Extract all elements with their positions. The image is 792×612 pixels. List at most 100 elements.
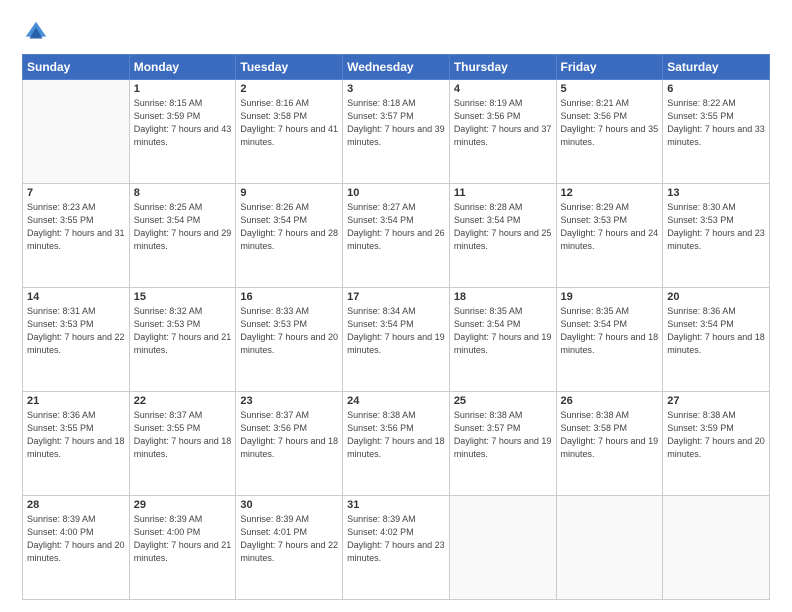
day-number: 10 (347, 187, 445, 199)
day-number: 17 (347, 291, 445, 303)
day-number: 15 (134, 291, 232, 303)
day-number: 2 (240, 83, 338, 95)
day-info: Sunrise: 8:19 AM Sunset: 3:56 PM Dayligh… (454, 97, 552, 149)
day-info: Sunrise: 8:37 AM Sunset: 3:56 PM Dayligh… (240, 409, 338, 461)
header (22, 18, 770, 46)
day-cell: 11 Sunrise: 8:28 AM Sunset: 3:54 PM Dayli… (449, 184, 556, 288)
day-cell: 1Sunrise: 8:15 AM Sunset: 3:59 PM Daylig… (129, 80, 236, 184)
day-info: Sunrise: 8:21 AM Sunset: 3:56 PM Dayligh… (561, 97, 659, 149)
day-info: Sunrise: 8:35 AM Sunset: 3:54 PM Dayligh… (561, 305, 659, 357)
page: SundayMondayTuesdayWednesdayThursdayFrid… (0, 0, 792, 612)
week-row-2: 14 Sunrise: 8:31 AM Sunset: 3:53 PM Dayli… (23, 288, 770, 392)
day-number: 28 (27, 499, 125, 511)
day-cell: 13 Sunrise: 8:30 AM Sunset: 3:53 PM Dayli… (663, 184, 770, 288)
day-number: 29 (134, 499, 232, 511)
day-cell: 24Sunrise: 8:38 AM Sunset: 3:56 PM Dayli… (343, 392, 450, 496)
day-info: Sunrise: 8:39 AM Sunset: 4:00 PM Dayligh… (134, 513, 232, 565)
day-cell: 9 Sunrise: 8:26 AM Sunset: 3:54 PM Daylig… (236, 184, 343, 288)
day-cell: 8 Sunrise: 8:25 AM Sunset: 3:54 PM Daylig… (129, 184, 236, 288)
day-info: Sunrise: 8:28 AM Sunset: 3:54 PM Dayligh… (454, 201, 552, 253)
day-info: Sunrise: 8:27 AM Sunset: 3:54 PM Dayligh… (347, 201, 445, 253)
day-info: Sunrise: 8:29 AM Sunset: 3:53 PM Dayligh… (561, 201, 659, 253)
day-number: 7 (27, 187, 125, 199)
day-info: Sunrise: 8:36 AM Sunset: 3:54 PM Dayligh… (667, 305, 765, 357)
day-number: 14 (27, 291, 125, 303)
day-number: 3 (347, 83, 445, 95)
day-cell: 15 Sunrise: 8:32 AM Sunset: 3:53 PM Dayli… (129, 288, 236, 392)
day-info: Sunrise: 8:18 AM Sunset: 3:57 PM Dayligh… (347, 97, 445, 149)
day-info: Sunrise: 8:39 AM Sunset: 4:00 PM Dayligh… (27, 513, 125, 565)
day-cell: 3 Sunrise: 8:18 AM Sunset: 3:57 PM Daylig… (343, 80, 450, 184)
day-number: 23 (240, 395, 338, 407)
weekday-header-saturday: Saturday (663, 55, 770, 80)
weekday-header-monday: Monday (129, 55, 236, 80)
logo-icon (22, 18, 50, 46)
day-cell: 10 Sunrise: 8:27 AM Sunset: 3:54 PM Dayli… (343, 184, 450, 288)
logo (22, 18, 54, 46)
day-cell: 20 Sunrise: 8:36 AM Sunset: 3:54 PM Dayli… (663, 288, 770, 392)
day-number: 16 (240, 291, 338, 303)
day-cell: 21Sunrise: 8:36 AM Sunset: 3:55 PM Dayli… (23, 392, 130, 496)
day-info: Sunrise: 8:31 AM Sunset: 3:53 PM Dayligh… (27, 305, 125, 357)
day-cell: 14 Sunrise: 8:31 AM Sunset: 3:53 PM Dayli… (23, 288, 130, 392)
day-cell: 12 Sunrise: 8:29 AM Sunset: 3:53 PM Dayli… (556, 184, 663, 288)
day-number: 5 (561, 83, 659, 95)
weekday-header-friday: Friday (556, 55, 663, 80)
day-cell: 27Sunrise: 8:38 AM Sunset: 3:59 PM Dayli… (663, 392, 770, 496)
day-number: 18 (454, 291, 552, 303)
day-info: Sunrise: 8:37 AM Sunset: 3:55 PM Dayligh… (134, 409, 232, 461)
day-cell (556, 496, 663, 600)
weekday-header-wednesday: Wednesday (343, 55, 450, 80)
day-info: Sunrise: 8:23 AM Sunset: 3:55 PM Dayligh… (27, 201, 125, 253)
day-cell: 29 Sunrise: 8:39 AM Sunset: 4:00 PM Dayli… (129, 496, 236, 600)
day-number: 31 (347, 499, 445, 511)
day-info: Sunrise: 8:32 AM Sunset: 3:53 PM Dayligh… (134, 305, 232, 357)
day-cell: 2 Sunrise: 8:16 AM Sunset: 3:58 PM Daylig… (236, 80, 343, 184)
day-number: 13 (667, 187, 765, 199)
day-cell: 25Sunrise: 8:38 AM Sunset: 3:57 PM Dayli… (449, 392, 556, 496)
day-cell (23, 80, 130, 184)
day-number: 12 (561, 187, 659, 199)
day-cell: 17Sunrise: 8:34 AM Sunset: 3:54 PM Dayli… (343, 288, 450, 392)
week-row-4: 28 Sunrise: 8:39 AM Sunset: 4:00 PM Dayli… (23, 496, 770, 600)
day-info: Sunrise: 8:39 AM Sunset: 4:01 PM Dayligh… (240, 513, 338, 565)
day-cell: 22Sunrise: 8:37 AM Sunset: 3:55 PM Dayli… (129, 392, 236, 496)
day-number: 26 (561, 395, 659, 407)
day-info: Sunrise: 8:35 AM Sunset: 3:54 PM Dayligh… (454, 305, 552, 357)
day-info: Sunrise: 8:30 AM Sunset: 3:53 PM Dayligh… (667, 201, 765, 253)
day-number: 27 (667, 395, 765, 407)
day-info: Sunrise: 8:38 AM Sunset: 3:57 PM Dayligh… (454, 409, 552, 461)
weekday-header-thursday: Thursday (449, 55, 556, 80)
calendar-table: SundayMondayTuesdayWednesdayThursdayFrid… (22, 54, 770, 600)
week-row-3: 21Sunrise: 8:36 AM Sunset: 3:55 PM Dayli… (23, 392, 770, 496)
day-number: 20 (667, 291, 765, 303)
day-cell: 6Sunrise: 8:22 AM Sunset: 3:55 PM Daylig… (663, 80, 770, 184)
day-cell: 28 Sunrise: 8:39 AM Sunset: 4:00 PM Dayli… (23, 496, 130, 600)
weekday-header-sunday: Sunday (23, 55, 130, 80)
day-cell: 19 Sunrise: 8:35 AM Sunset: 3:54 PM Dayli… (556, 288, 663, 392)
day-info: Sunrise: 8:33 AM Sunset: 3:53 PM Dayligh… (240, 305, 338, 357)
day-number: 11 (454, 187, 552, 199)
day-info: Sunrise: 8:25 AM Sunset: 3:54 PM Dayligh… (134, 201, 232, 253)
day-number: 9 (240, 187, 338, 199)
week-row-1: 7 Sunrise: 8:23 AM Sunset: 3:55 PM Daylig… (23, 184, 770, 288)
day-cell: 7 Sunrise: 8:23 AM Sunset: 3:55 PM Daylig… (23, 184, 130, 288)
day-number: 8 (134, 187, 232, 199)
day-cell: 16 Sunrise: 8:33 AM Sunset: 3:53 PM Dayli… (236, 288, 343, 392)
day-info: Sunrise: 8:26 AM Sunset: 3:54 PM Dayligh… (240, 201, 338, 253)
day-number: 1 (134, 83, 232, 95)
day-cell: 18 Sunrise: 8:35 AM Sunset: 3:54 PM Dayli… (449, 288, 556, 392)
day-info: Sunrise: 8:36 AM Sunset: 3:55 PM Dayligh… (27, 409, 125, 461)
day-info: Sunrise: 8:39 AM Sunset: 4:02 PM Dayligh… (347, 513, 445, 565)
weekday-header-tuesday: Tuesday (236, 55, 343, 80)
day-info: Sunrise: 8:22 AM Sunset: 3:55 PM Dayligh… (667, 97, 765, 149)
day-info: Sunrise: 8:16 AM Sunset: 3:58 PM Dayligh… (240, 97, 338, 149)
day-number: 4 (454, 83, 552, 95)
day-number: 19 (561, 291, 659, 303)
day-cell: 31 Sunrise: 8:39 AM Sunset: 4:02 PM Dayli… (343, 496, 450, 600)
day-number: 30 (240, 499, 338, 511)
weekday-header-row: SundayMondayTuesdayWednesdayThursdayFrid… (23, 55, 770, 80)
day-cell: 5 Sunrise: 8:21 AM Sunset: 3:56 PM Daylig… (556, 80, 663, 184)
day-cell: 26Sunrise: 8:38 AM Sunset: 3:58 PM Dayli… (556, 392, 663, 496)
day-cell (449, 496, 556, 600)
